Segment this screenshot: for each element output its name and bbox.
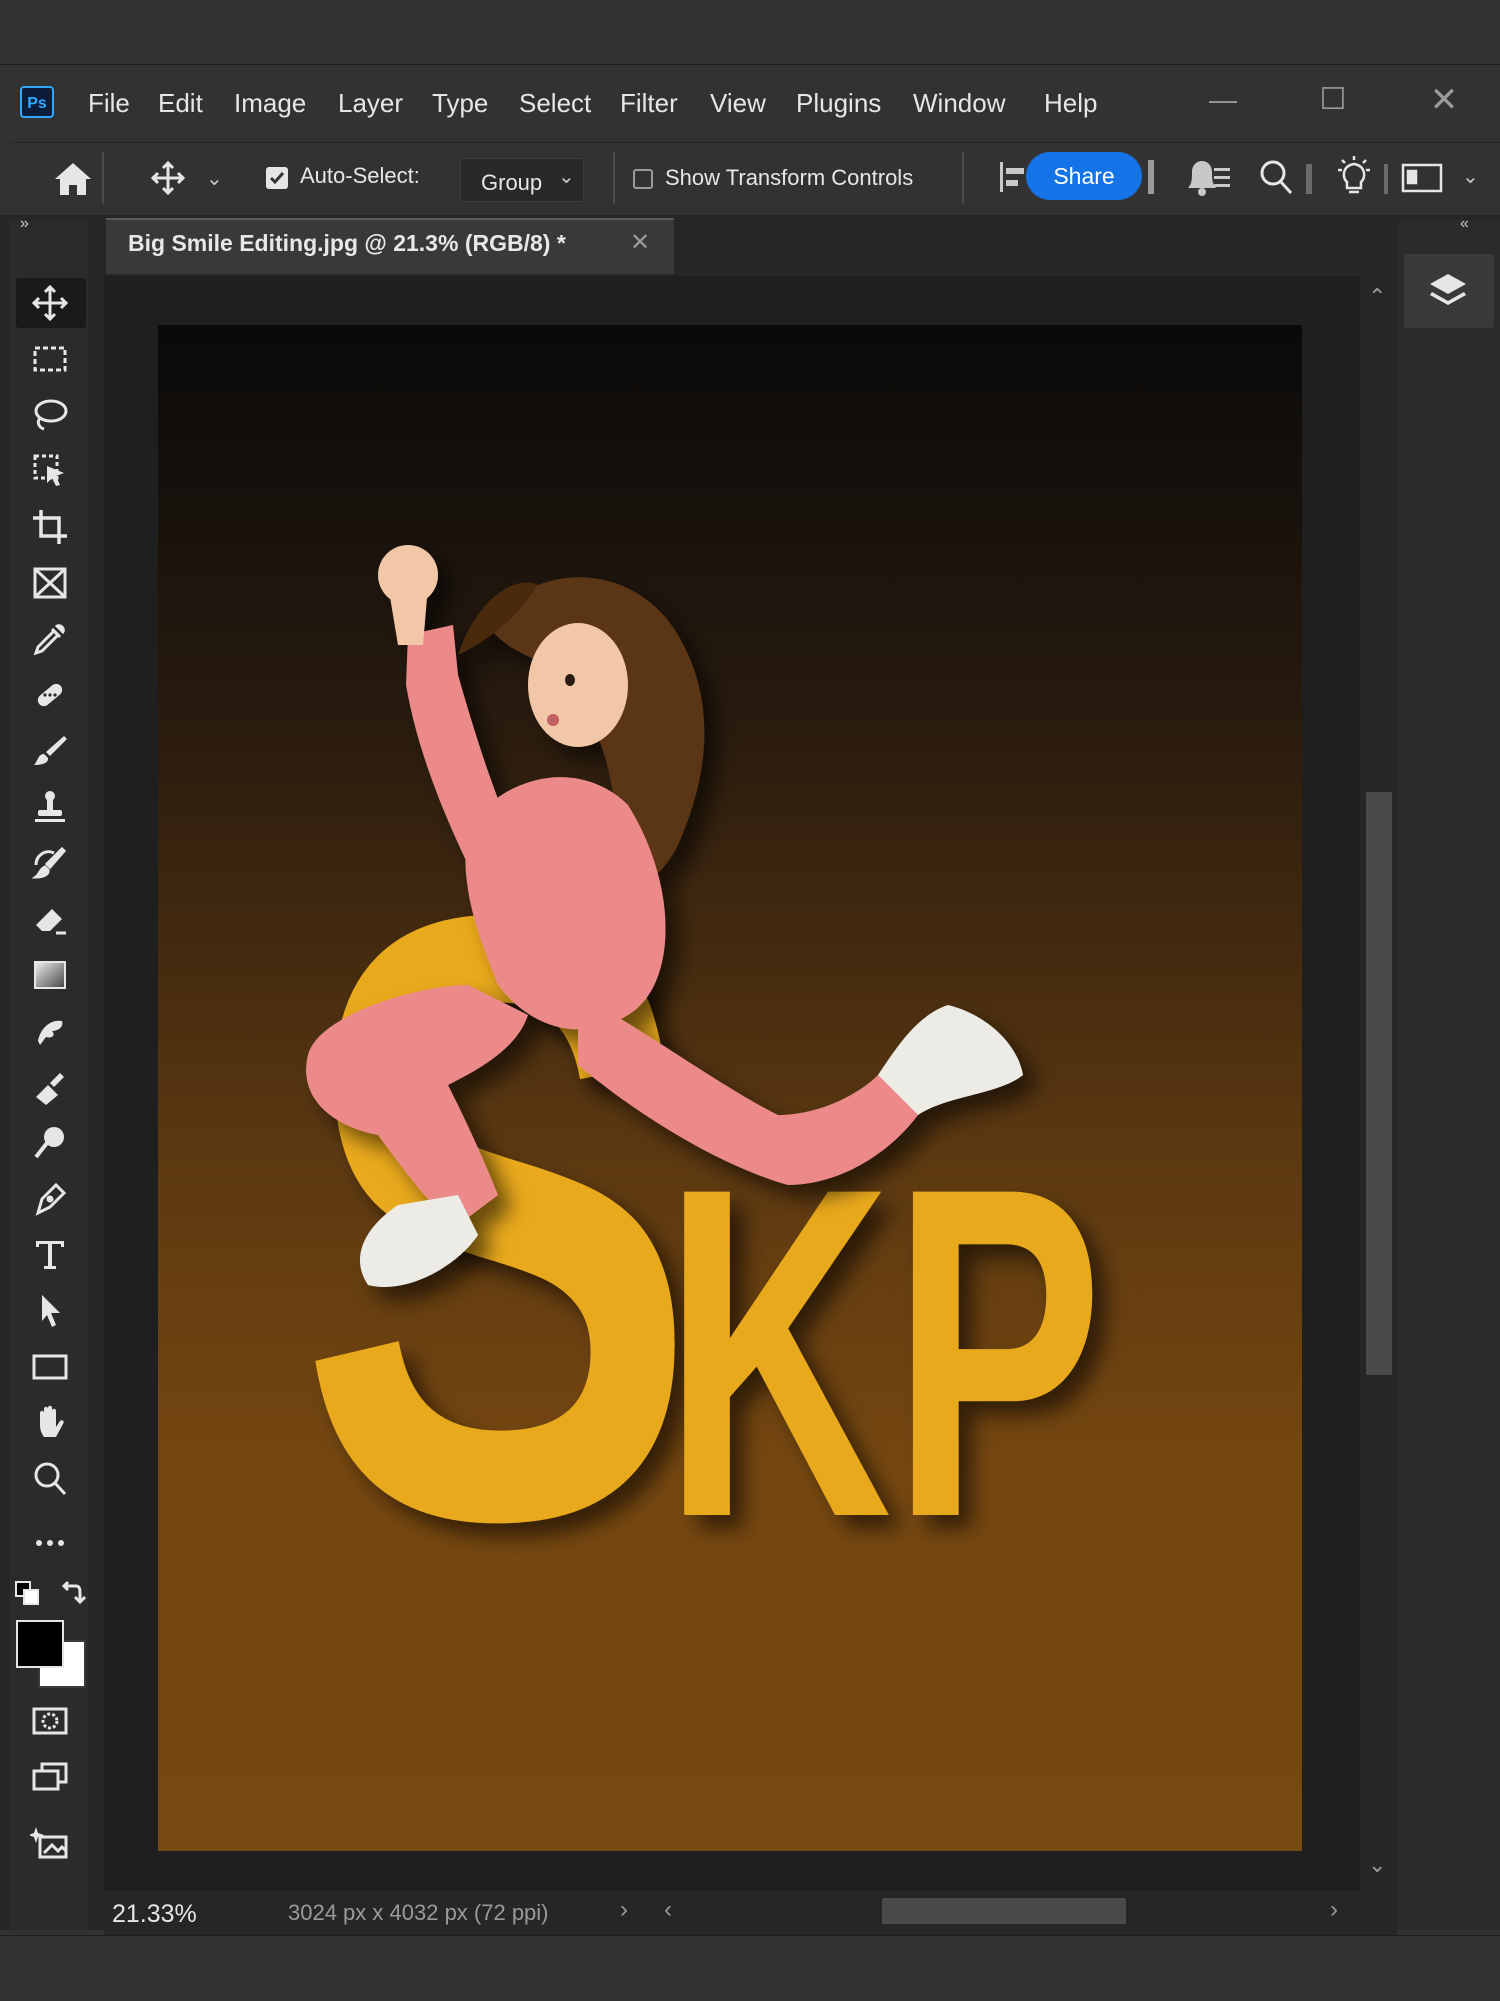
menu-view[interactable]: View xyxy=(710,86,766,120)
home-icon[interactable] xyxy=(50,156,96,202)
scroll-up-icon[interactable]: ⌃ xyxy=(1368,284,1386,310)
document-tab-title: Big Smile Editing.jpg @ 21.3% (RGB/8) * xyxy=(128,230,566,256)
gradient-icon[interactable] xyxy=(16,950,84,1000)
hand-icon[interactable] xyxy=(16,1398,84,1448)
artwork: S KP xyxy=(298,545,1103,1698)
scroll-right-icon[interactable]: › xyxy=(1330,1896,1338,1924)
align-left-icon[interactable] xyxy=(998,160,1028,194)
search-icon[interactable] xyxy=(1258,158,1294,196)
close-window-icon[interactable]: ✕ xyxy=(1424,80,1464,120)
screen-mode-icon[interactable] xyxy=(16,1752,84,1802)
rectangle-icon[interactable] xyxy=(16,1342,84,1392)
scroll-left-icon[interactable]: ‹ xyxy=(664,1896,672,1924)
brush-icon[interactable] xyxy=(16,726,84,776)
window-bottom-strip xyxy=(0,1935,1500,2001)
menu-file[interactable]: File xyxy=(88,86,130,120)
panel-dock xyxy=(1398,220,1500,1930)
eraser-icon[interactable] xyxy=(16,894,84,944)
history-brush-icon[interactable] xyxy=(16,838,84,888)
foreground-color-swatch[interactable] xyxy=(16,1620,64,1668)
smudge-icon[interactable] xyxy=(16,1006,84,1056)
menu-layer[interactable]: Layer xyxy=(338,86,403,120)
expand-toolbar-icon[interactable]: » xyxy=(20,215,29,233)
window-top-strip xyxy=(0,0,1500,65)
pen-icon[interactable] xyxy=(16,1174,84,1224)
tool-preset-chevron-icon[interactable]: ⌄ xyxy=(206,166,223,191)
transform-controls-label: Show Transform Controls xyxy=(665,165,914,190)
auto-select-checkbox[interactable] xyxy=(266,167,288,189)
object-selection-icon[interactable] xyxy=(16,446,84,496)
zoom-level[interactable]: 21.33% xyxy=(112,1896,212,1932)
workspace-chevron-icon[interactable]: ⌄ xyxy=(1462,164,1479,189)
artwork-letters-kp: KP xyxy=(663,1090,1103,1615)
menu-window[interactable]: Window xyxy=(913,86,1005,120)
scroll-down-icon[interactable]: ⌄ xyxy=(1368,1852,1386,1878)
dropdown-chevron-icon: ⌄ xyxy=(558,166,575,188)
document-size: 3024 px x 4032 px (72 ppi) xyxy=(288,1900,549,1925)
generative-icon[interactable] xyxy=(16,1818,84,1868)
move-tool-icon[interactable] xyxy=(16,278,84,328)
maximize-icon[interactable]: ☐ xyxy=(1313,80,1353,120)
menu-filter[interactable]: Filter xyxy=(620,86,678,120)
close-tab-icon[interactable]: ✕ xyxy=(630,228,650,257)
transform-controls-checkbox[interactable] xyxy=(633,169,653,189)
path-selection-icon[interactable] xyxy=(16,1286,84,1336)
crop-icon[interactable] xyxy=(16,502,84,552)
spot-healing-icon[interactable] xyxy=(16,670,84,720)
vertical-scroll-thumb[interactable] xyxy=(1366,792,1392,1375)
share-button[interactable]: Share xyxy=(1026,152,1142,200)
rectangular-marquee-icon[interactable] xyxy=(16,334,84,384)
horizontal-scroll-thumb[interactable] xyxy=(882,1898,1126,1924)
frame-icon[interactable] xyxy=(16,558,84,608)
document-canvas[interactable]: S KP xyxy=(158,325,1302,1851)
status-menu-chevron-icon[interactable]: › xyxy=(620,1896,628,1924)
dodge-icon[interactable] xyxy=(16,1118,84,1168)
photoshop-logo: Ps xyxy=(20,86,54,118)
menu-plugins[interactable]: Plugins xyxy=(796,86,881,120)
auto-select-value: Group xyxy=(481,170,543,195)
minimize-icon[interactable]: — xyxy=(1203,80,1243,120)
menu-edit[interactable]: Edit xyxy=(158,86,203,120)
move-tool-options-icon[interactable] xyxy=(150,160,186,196)
zoom-icon[interactable] xyxy=(16,1454,84,1504)
workspace-icon[interactable] xyxy=(1400,160,1444,196)
eyedropper-icon[interactable] xyxy=(16,614,84,664)
menu-help[interactable]: Help xyxy=(1044,86,1097,120)
lasso-icon[interactable] xyxy=(16,390,84,440)
menu-select[interactable]: Select xyxy=(519,86,591,120)
paint-bucket-icon[interactable] xyxy=(16,1062,84,1112)
menu-type[interactable]: Type xyxy=(432,86,488,120)
type-tool-icon[interactable] xyxy=(16,1230,84,1280)
layers-panel-icon[interactable] xyxy=(1426,268,1470,312)
more-tools-icon[interactable] xyxy=(16,1518,84,1568)
menu-image[interactable]: Image xyxy=(234,86,306,120)
clone-stamp-icon[interactable] xyxy=(16,782,84,832)
notifications-icon[interactable] xyxy=(1184,156,1234,198)
collapse-panels-icon[interactable]: « xyxy=(1460,215,1469,233)
auto-select-label: Auto-Select: xyxy=(300,163,420,188)
swap-colors-icon[interactable] xyxy=(58,1580,87,1608)
quick-mask-icon[interactable] xyxy=(16,1696,84,1746)
discover-lightbulb-icon[interactable] xyxy=(1334,154,1374,198)
default-colors-icon[interactable] xyxy=(14,1580,42,1608)
